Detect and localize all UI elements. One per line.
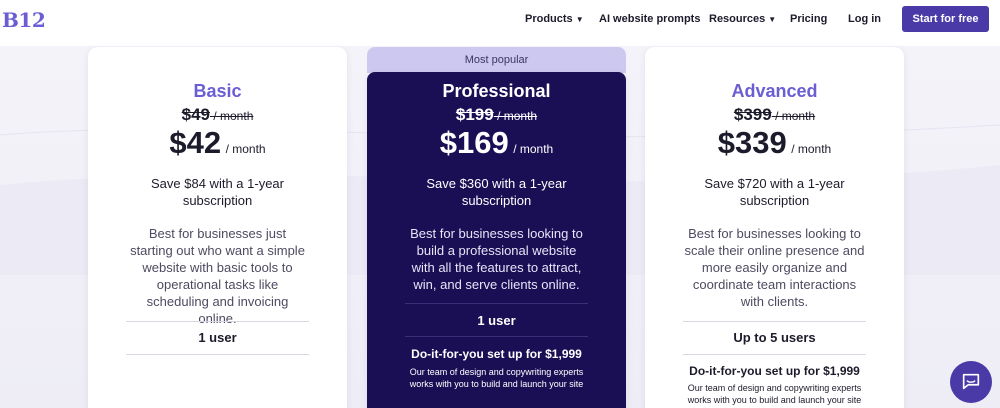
- plan-card-professional: Professional $199 / month $169 / month S…: [367, 72, 626, 408]
- plan-card-basic: Basic $49 / month $42 / month Save $84 w…: [88, 47, 347, 408]
- diy-title: Do-it-for-you set up for $1,999: [411, 347, 582, 361]
- current-price: $339 / month: [645, 125, 904, 161]
- b12-logo[interactable]: B12: [2, 8, 46, 32]
- plan-name: Advanced: [731, 81, 818, 101]
- divider: [405, 336, 588, 337]
- nav-ai-website-prompts[interactable]: AI website prompts: [599, 13, 700, 25]
- plan-name: Professional: [442, 81, 551, 101]
- old-price: $399 / month: [645, 105, 904, 125]
- diy-title: Do-it-for-you set up for $1,999: [689, 364, 860, 378]
- divider: [683, 321, 866, 322]
- nav-resources-label: Resources: [709, 13, 766, 25]
- divider: [126, 321, 309, 322]
- nav-login-label: Log in: [848, 13, 881, 25]
- plan-description: Best for businesses looking to build a p…: [410, 226, 583, 292]
- nav-pricing[interactable]: Pricing: [790, 13, 827, 25]
- user-count: 1 user: [477, 313, 516, 328]
- plan-card-advanced: Advanced $399 / month $339 / month Save …: [645, 47, 904, 408]
- plan-description: Best for businesses just starting out wh…: [130, 226, 305, 326]
- plan-name: Basic: [193, 81, 242, 101]
- current-price: $42 / month: [88, 125, 347, 161]
- nav-products[interactable]: Products ▼: [525, 13, 584, 25]
- most-popular-badge: Most popular: [367, 47, 626, 73]
- user-count: Up to 5 users: [733, 330, 816, 345]
- price-per: / month: [225, 142, 266, 156]
- current-price: $169 / month: [367, 125, 626, 161]
- divider: [683, 354, 866, 355]
- divider: [126, 354, 309, 355]
- chevron-down-icon: ▼: [575, 14, 584, 24]
- old-price-amount: $399: [733, 105, 772, 124]
- old-price: $199 / month: [367, 105, 626, 125]
- old-price-per: / month: [213, 109, 254, 123]
- old-price-amount: $49: [181, 105, 210, 124]
- save-text: Save $720 with a 1-year subscription: [704, 176, 845, 208]
- price-amount: $169: [439, 125, 509, 160]
- nav-login[interactable]: Log in: [848, 13, 881, 25]
- nav-pricing-label: Pricing: [790, 13, 828, 25]
- user-count: 1 user: [198, 330, 237, 345]
- price-per: / month: [513, 142, 554, 156]
- chevron-down-icon: ▼: [768, 14, 777, 24]
- save-text: Save $360 with a 1-year subscription: [426, 176, 567, 208]
- nav-resources[interactable]: Resources ▼: [709, 13, 776, 25]
- price-per: / month: [791, 142, 832, 156]
- top-nav: B12 Products ▼ AI website prompts Resour…: [0, 0, 1000, 46]
- diy-description: Our team of design and copywriting exper…: [687, 383, 862, 405]
- start-for-free-button[interactable]: Start for free: [902, 6, 989, 32]
- old-price-per: / month: [497, 109, 538, 123]
- old-price-amount: $199: [455, 105, 494, 124]
- save-text: Save $84 with a 1-year subscription: [151, 176, 284, 208]
- price-amount: $42: [169, 125, 222, 160]
- chat-bubble-icon: [962, 373, 980, 390]
- nav-ai-prompts-label: AI website prompts: [599, 13, 701, 25]
- price-amount: $339: [717, 125, 787, 160]
- plan-description: Best for businesses looking to scale the…: [684, 226, 865, 309]
- chat-button[interactable]: [950, 361, 992, 403]
- diy-description: Our team of design and copywriting exper…: [409, 367, 584, 389]
- nav-products-label: Products: [525, 13, 573, 25]
- old-price: $49 / month: [88, 105, 347, 125]
- divider: [405, 303, 588, 304]
- old-price-per: / month: [775, 109, 816, 123]
